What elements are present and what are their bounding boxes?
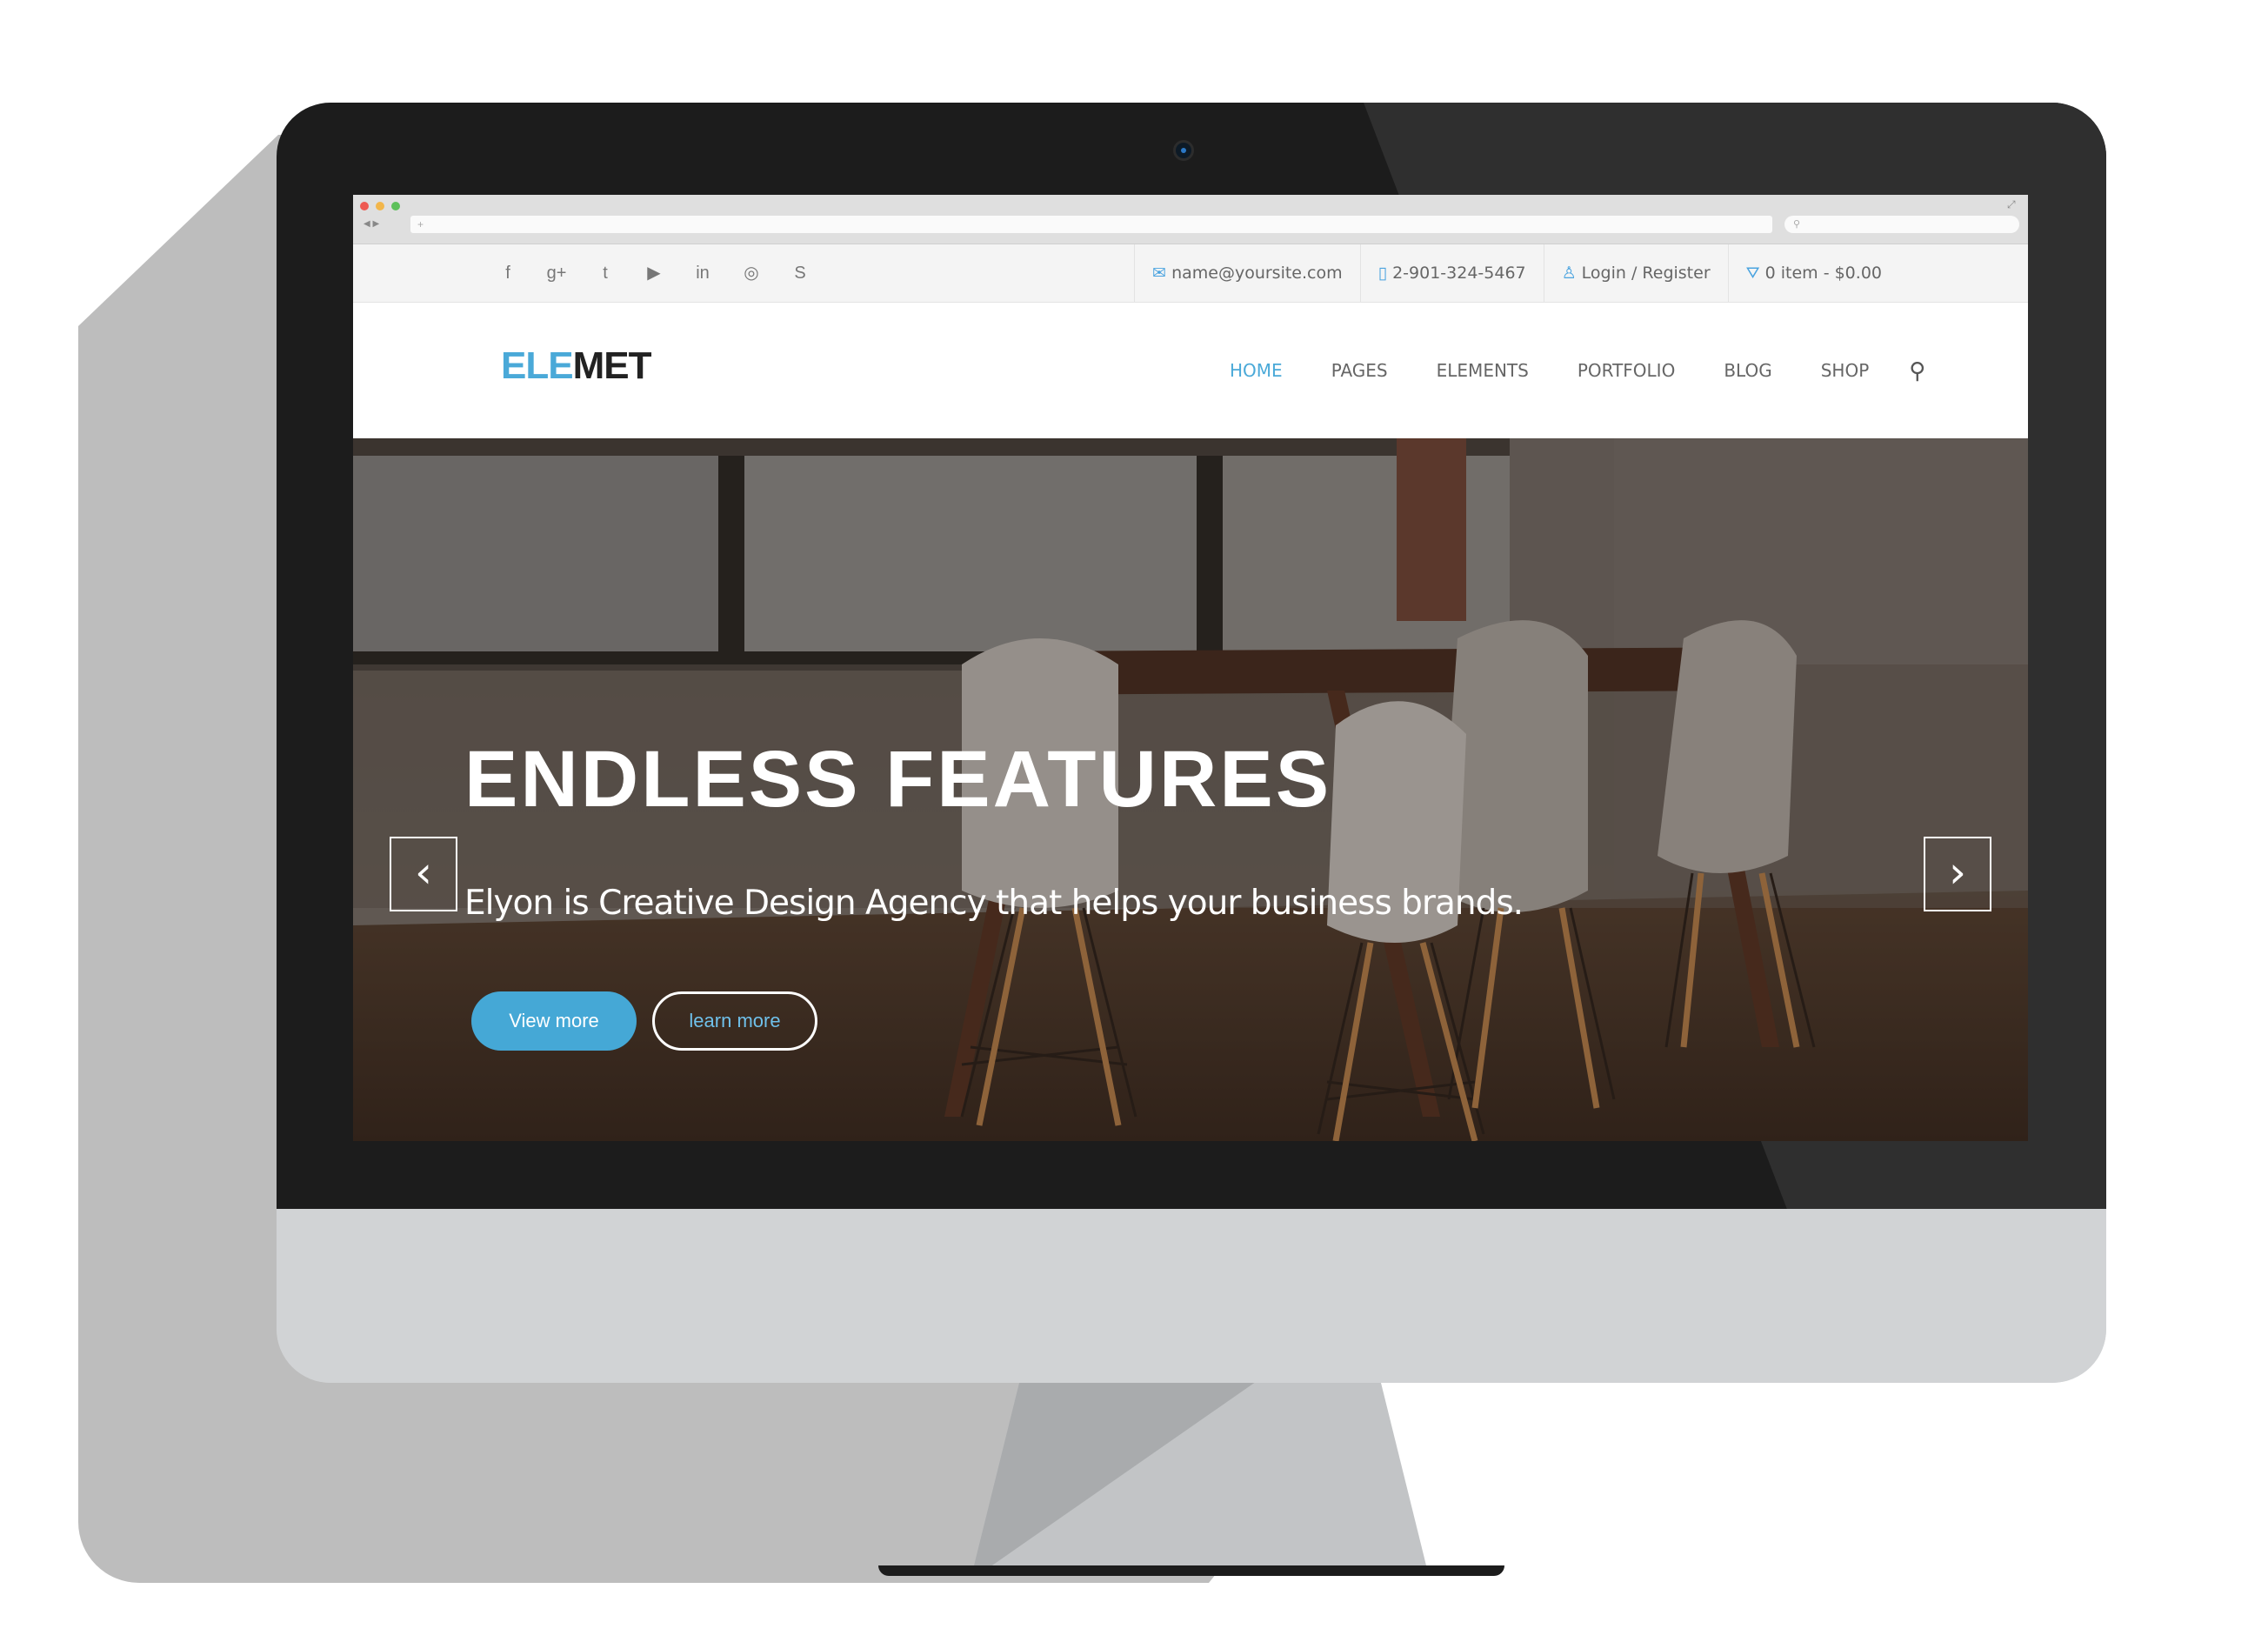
envelope-icon: ✉ <box>1152 264 1167 283</box>
hero-title: ENDLESS FEATURES <box>464 735 1332 824</box>
nav-item-pages[interactable]: PAGES <box>1307 303 1412 438</box>
learn-more-button[interactable]: learn more <box>652 991 817 1051</box>
phone-text: 2-901-324-5467 <box>1392 264 1526 283</box>
cart-text: 0 item - $0.00 <box>1764 264 1882 283</box>
login-text: Login / Register <box>1581 264 1711 283</box>
slider-next-arrow[interactable]: › <box>1924 837 1991 911</box>
nav-item-home[interactable]: HOME <box>1205 303 1307 438</box>
phone-icon: ▯ <box>1377 264 1388 283</box>
user-icon: ♙ <box>1561 264 1577 283</box>
address-bar[interactable]: + <box>410 216 1772 233</box>
stand-base <box>878 1565 1504 1576</box>
nav-item-shop[interactable]: SHOP <box>1797 303 1894 438</box>
logo-part-2: MET <box>572 344 652 387</box>
close-window-button[interactable] <box>360 202 369 210</box>
google-plus-icon[interactable]: g+ <box>532 244 581 302</box>
menu: HOME PAGES ELEMENTS PORTFOLIO BLOG SHOP ⚲ <box>1205 303 1941 438</box>
browser-chrome: ◀ ▶ + ⚲ ⤢ <box>353 195 2028 244</box>
screen: ◀ ▶ + ⚲ ⤢ f g+ t ▶ in ◎ S ✉ name@yoursite.com ▯… <box>353 195 2028 1141</box>
hero-slider: ‹ › ENDLESS FEATURES Elyon is Creative D… <box>353 438 2028 1141</box>
logo-part-1: ELE <box>501 344 574 387</box>
monitor-chin <box>277 1209 2106 1383</box>
minimize-window-button[interactable] <box>376 202 384 210</box>
cart-link[interactable]: ⛛ 0 item - $0.00 <box>1727 244 1899 302</box>
email-text: name@yoursite.com <box>1171 264 1343 283</box>
basket-icon: ⛛ <box>1745 264 1760 283</box>
login-register-link[interactable]: ♙ Login / Register <box>1543 244 1728 302</box>
webcam-icon <box>1176 143 1191 158</box>
twitter-icon[interactable]: t <box>581 244 630 302</box>
phone-info: ▯ 2-901-324-5467 <box>1359 244 1544 302</box>
nav-item-blog[interactable]: BLOG <box>1699 303 1796 438</box>
nav-item-portfolio[interactable]: PORTFOLIO <box>1553 303 1700 438</box>
youtube-icon[interactable]: ▶ <box>630 244 678 302</box>
skype-icon[interactable]: S <box>776 244 824 302</box>
social-links: f g+ t ▶ in ◎ S <box>484 244 824 302</box>
main-navigation: ELEMET HOME PAGES ELEMENTS PORTFOLIO BLOG SHO… <box>353 303 2028 438</box>
facebook-icon[interactable]: f <box>484 244 532 302</box>
contact-info: ✉ name@yoursite.com ▯ 2-901-324-5467 ♙ Logi… <box>1134 244 1899 302</box>
maximize-window-button[interactable] <box>391 202 400 210</box>
email-link[interactable]: ✉ name@yoursite.com <box>1134 244 1359 302</box>
search-icon: ⚲ <box>1793 219 1801 230</box>
search-icon[interactable]: ⚲ <box>1893 303 1941 438</box>
top-bar: f g+ t ▶ in ◎ S ✉ name@yoursite.com ▯ 2-901-324-… <box>353 244 2028 303</box>
hero-subtitle: Elyon is Creative Design Agency that hel… <box>464 884 1524 923</box>
fullscreen-icon[interactable]: ⤢ <box>2007 198 2016 211</box>
linkedin-icon[interactable]: in <box>678 244 727 302</box>
back-forward-icon[interactable]: ◀ ▶ <box>364 219 379 229</box>
site-logo[interactable]: ELEMET <box>501 344 652 388</box>
browser-search-field[interactable]: ⚲ <box>1784 216 2019 233</box>
view-more-button[interactable]: View more <box>471 991 637 1051</box>
slider-prev-arrow[interactable]: ‹ <box>390 837 457 911</box>
nav-item-elements[interactable]: ELEMENTS <box>1412 303 1553 438</box>
dribbble-icon[interactable]: ◎ <box>727 244 776 302</box>
